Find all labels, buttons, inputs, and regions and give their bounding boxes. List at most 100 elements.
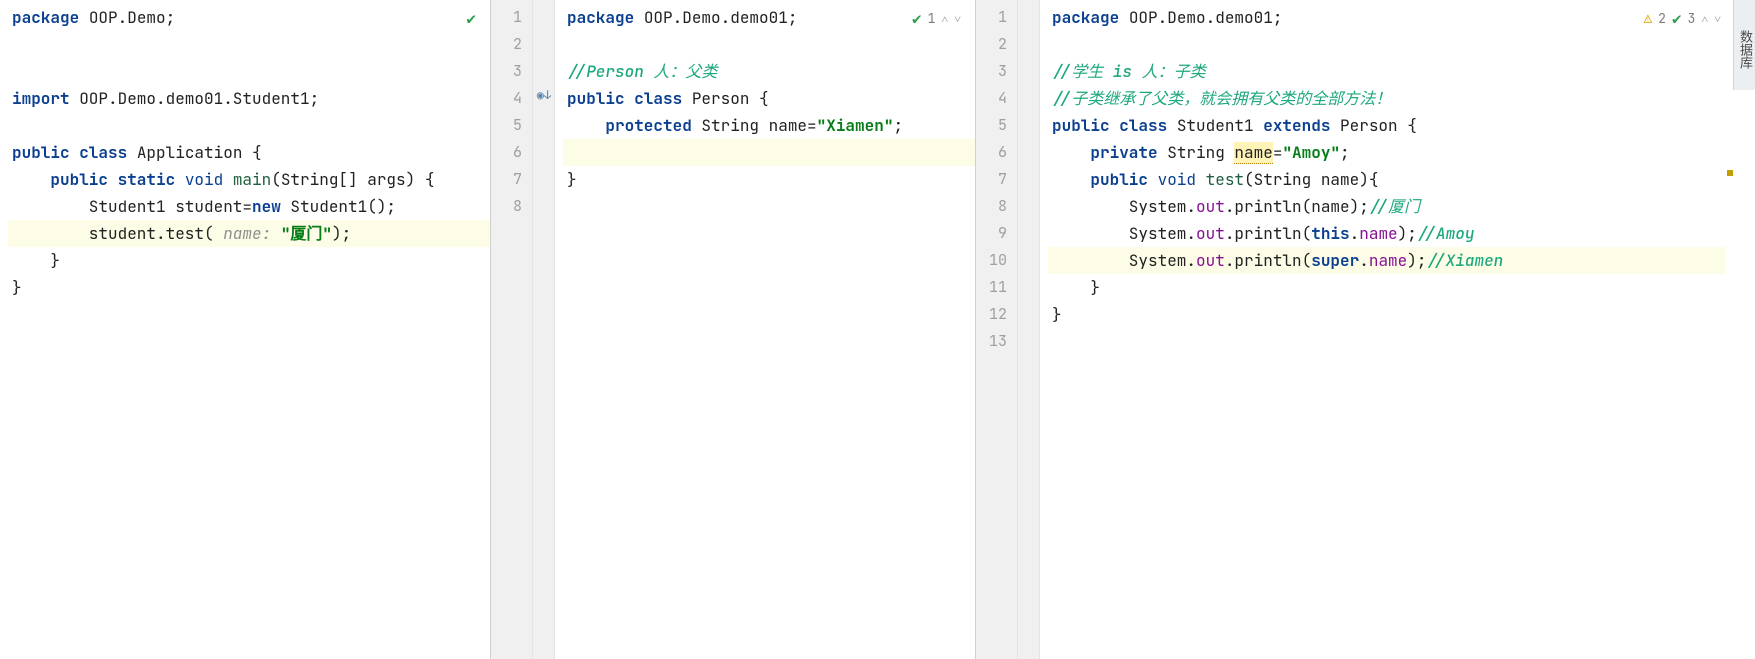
chevron-down-icon[interactable]: ˅: [954, 11, 961, 27]
code-line[interactable]: }: [563, 166, 975, 193]
line-number: 2: [982, 31, 1007, 58]
code-token: out: [1196, 250, 1225, 271]
line-number: 10: [982, 247, 1007, 274]
code-token: //子类继承了父类，就会拥有父类的全部方法！: [1052, 88, 1391, 109]
code-line[interactable]: private String name="Amoy";: [1048, 139, 1725, 166]
override-gutter-icon[interactable]: ◉↓: [535, 87, 553, 105]
code-token: .: [1350, 223, 1360, 244]
chevron-up-icon[interactable]: ˄: [941, 11, 948, 27]
code-line[interactable]: //学生 is 人：子类: [1048, 58, 1725, 85]
code-token: public class: [1052, 115, 1177, 136]
code-line[interactable]: [8, 31, 490, 58]
line-number: 3: [982, 58, 1007, 85]
code-line[interactable]: //Person 人：父类: [563, 58, 975, 85]
code-token: [1052, 142, 1090, 163]
code-token: private: [1090, 142, 1167, 163]
code-token: (String name){: [1244, 169, 1378, 190]
code-line[interactable]: [563, 193, 975, 220]
gutter-icon-strip: [1018, 0, 1040, 659]
code-line[interactable]: [8, 112, 490, 139]
code-line[interactable]: [563, 139, 975, 166]
inspection-status[interactable]: ✔: [462, 6, 480, 31]
inspection-count: 1: [928, 10, 936, 27]
inspection-count: 3: [1688, 10, 1696, 27]
chevron-up-icon[interactable]: ˄: [1701, 11, 1708, 27]
code-area[interactable]: 12345678910111213 package OOP.Demo.demo0…: [976, 0, 1755, 659]
line-number: 4: [497, 85, 522, 112]
code-token: }: [567, 169, 577, 190]
code-body[interactable]: package OOP.Demo.demo01; //Person 人：父类pu…: [555, 0, 975, 659]
code-line[interactable]: [563, 31, 975, 58]
line-number: 8: [982, 193, 1007, 220]
line-number: 3: [497, 58, 522, 85]
code-line[interactable]: }: [8, 247, 490, 274]
line-number: 12: [982, 301, 1007, 328]
code-line[interactable]: public class Student1 extends Person {: [1048, 112, 1725, 139]
code-token: OOP.Demo.demo01;: [1129, 7, 1283, 28]
code-line[interactable]: System.out.println(this.name);//Amoy: [1048, 220, 1725, 247]
code-line[interactable]: }: [1048, 301, 1725, 328]
code-line[interactable]: [8, 58, 490, 85]
code-token: void: [185, 169, 233, 190]
code-token: "Xiamen": [817, 115, 894, 136]
editor-pane-1[interactable]: ✔ package OOP.Demo; import OOP.Demo.demo…: [0, 0, 490, 659]
code-line[interactable]: package OOP.Demo;: [8, 4, 490, 31]
code-token: //Xiamen: [1426, 250, 1503, 271]
chevron-down-icon[interactable]: ˅: [1714, 11, 1721, 27]
line-number: 6: [982, 139, 1007, 166]
code-line[interactable]: Student1 student=new Student1();: [8, 193, 490, 220]
code-token: out: [1196, 223, 1225, 244]
code-token: .println(: [1225, 223, 1311, 244]
code-token: System.: [1052, 196, 1196, 217]
database-toolwindow-tab[interactable]: 数据库: [1733, 0, 1755, 90]
code-line[interactable]: import OOP.Demo.demo01.Student1;: [8, 85, 490, 112]
code-token: public class: [12, 142, 137, 163]
code-line[interactable]: }: [8, 274, 490, 301]
code-token: );: [332, 223, 351, 244]
code-token: "厦门": [281, 223, 332, 244]
editor-pane-2[interactable]: ✔ 1 ˄ ˅ 12345678 ◉↓ package OOP.Demo.dem…: [490, 0, 975, 659]
inspection-status[interactable]: ⚠ 2 ✔ 3 ˄ ˅: [1640, 6, 1725, 31]
code-line[interactable]: package OOP.Demo.demo01;: [1048, 4, 1725, 31]
code-token: .println(: [1225, 250, 1311, 271]
code-token: //厦门: [1369, 196, 1420, 217]
code-token: }: [1052, 277, 1100, 298]
code-line[interactable]: public static void main(String[] args) {: [8, 166, 490, 193]
code-body[interactable]: package OOP.Demo; import OOP.Demo.demo01…: [0, 0, 490, 659]
code-token: (String[] args) {: [271, 169, 434, 190]
code-token: name:: [223, 223, 281, 244]
code-line[interactable]: public class Application {: [8, 139, 490, 166]
code-line[interactable]: [1048, 31, 1725, 58]
code-token: [567, 115, 605, 136]
code-token: System.: [1052, 223, 1196, 244]
code-line[interactable]: [1048, 328, 1725, 355]
code-line[interactable]: System.out.println(super.name);//Xiamen: [1048, 247, 1725, 274]
code-body[interactable]: package OOP.Demo.demo01; //学生 is 人：子类 //子…: [1040, 0, 1755, 659]
code-line[interactable]: public class Person {: [563, 85, 975, 112]
code-token: package: [567, 7, 644, 28]
warning-count: 2: [1658, 10, 1666, 27]
code-token: public class: [567, 88, 692, 109]
code-token: "Amoy": [1282, 142, 1340, 163]
code-line[interactable]: student.test( name: "厦门");: [8, 220, 490, 247]
code-area[interactable]: 12345678 ◉↓ package OOP.Demo.demo01; //P…: [491, 0, 975, 659]
code-area[interactable]: package OOP.Demo; import OOP.Demo.demo01…: [0, 0, 490, 659]
inspection-status[interactable]: ✔ 1 ˄ ˅: [908, 6, 965, 31]
code-line[interactable]: System.out.println(name);//厦门: [1048, 193, 1725, 220]
editor-pane-3[interactable]: 数据库 ⚠ 2 ✔ 3 ˄ ˅ 12345678910111213 packag…: [975, 0, 1755, 659]
code-line[interactable]: public void test(String name){: [1048, 166, 1725, 193]
code-token: package: [12, 7, 89, 28]
code-token: Student1 student=: [12, 196, 252, 217]
check-icon: ✔: [466, 8, 476, 29]
code-line[interactable]: protected String name="Xiamen";: [563, 112, 975, 139]
code-token: package: [1052, 7, 1129, 28]
code-line[interactable]: //子类继承了父类，就会拥有父类的全部方法！: [1048, 85, 1725, 112]
code-token: .println(name);: [1225, 196, 1369, 217]
code-token: Student1: [1177, 115, 1263, 136]
code-line[interactable]: }: [1048, 274, 1725, 301]
code-token: String name=: [701, 115, 816, 136]
line-number: 11: [982, 274, 1007, 301]
code-token: =: [1273, 142, 1283, 163]
line-number: 5: [497, 112, 522, 139]
check-icon: ✔: [1672, 8, 1682, 29]
